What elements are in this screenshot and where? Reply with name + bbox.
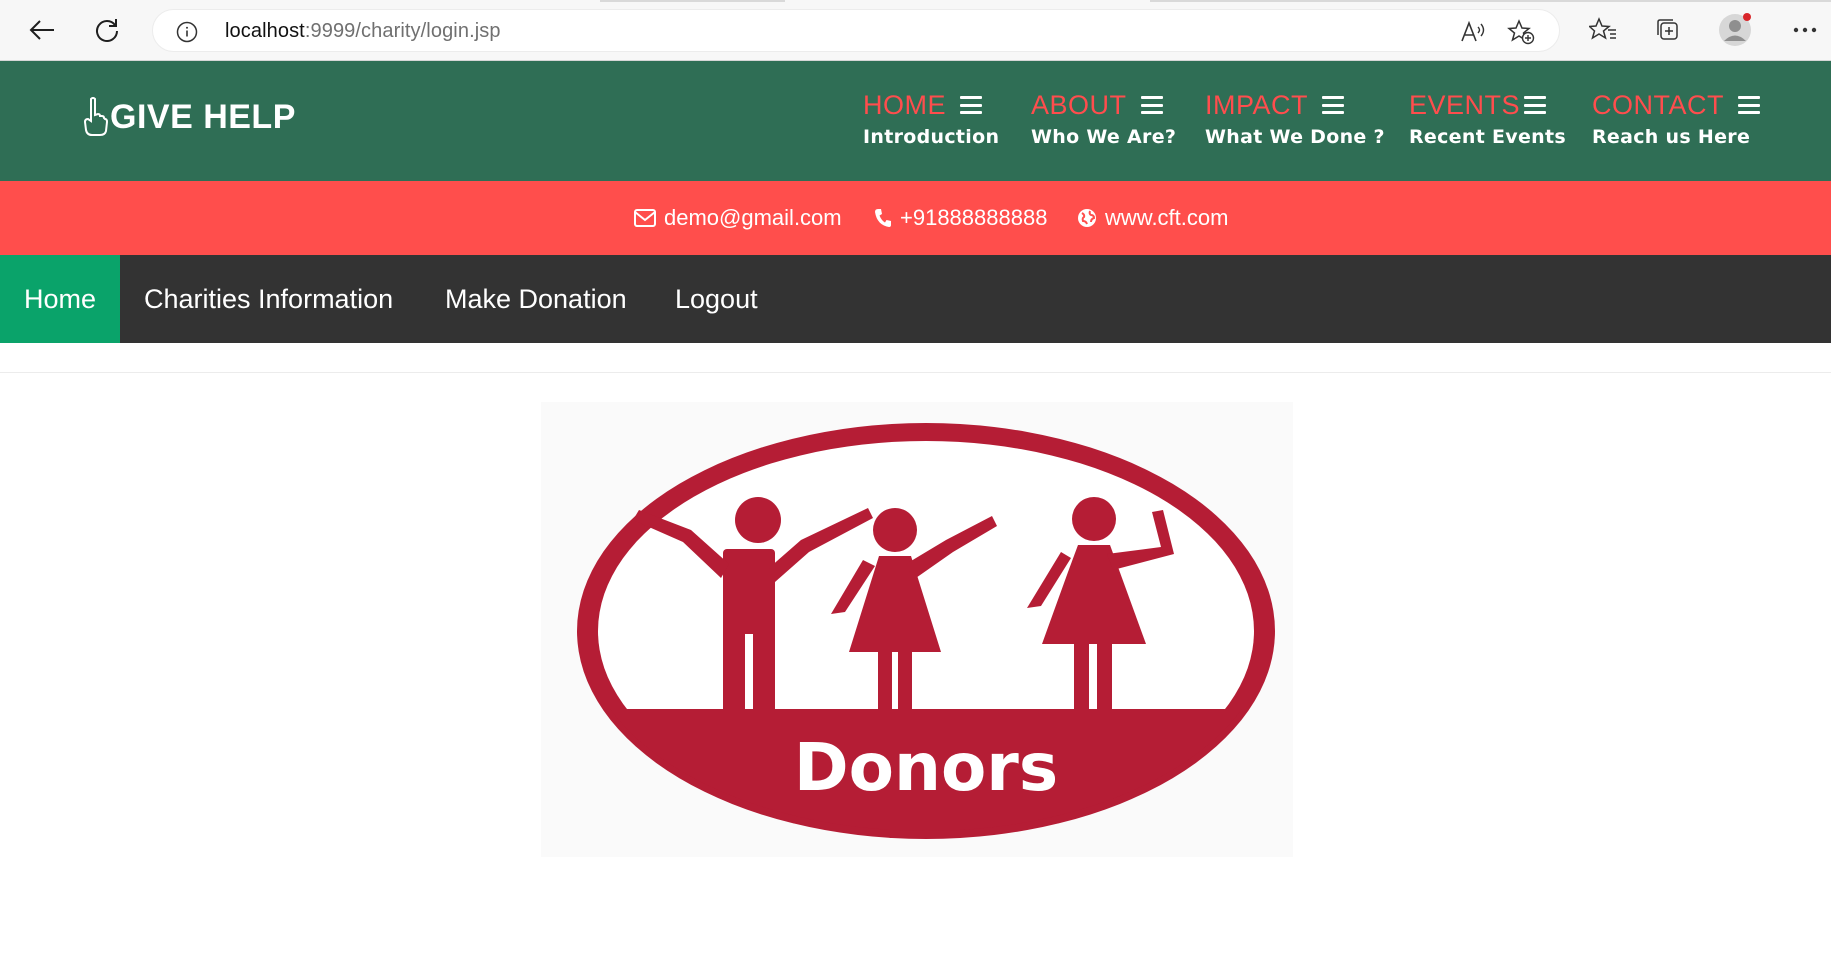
nav-title: CONTACT [1592,89,1724,120]
secondary-nav: Home Charities Information Make Donation… [0,255,1831,343]
secondary-nav-label: Home [24,283,97,314]
secondary-nav-make-donation[interactable]: Make Donation [421,255,651,343]
secondary-nav-home[interactable]: Home [0,255,120,343]
envelope-icon [634,209,656,227]
menu-icon[interactable] [1738,96,1760,114]
tab-edge [600,0,785,2]
collections-icon[interactable] [1650,12,1686,48]
main-nav: HOME Introduction ABOUT Who We Are? IMPA… [0,89,1831,159]
menu-icon[interactable] [960,96,982,114]
nav-subtitle: Who We Are? [1031,126,1177,148]
secondary-nav-label: Make Donation [445,283,627,314]
menu-icon[interactable] [1140,96,1163,114]
read-aloud-icon[interactable] [1457,16,1489,48]
secondary-nav-logout[interactable]: Logout [651,255,782,343]
menu-icon[interactable] [1322,96,1344,114]
nav-subtitle: Recent Events [1409,126,1566,148]
secondary-nav-label: Charities Information [144,283,394,314]
contact-phone[interactable]: +91888888888 [874,205,1047,231]
favorites-icon[interactable] [1585,12,1621,48]
secondary-nav-label: Logout [675,283,758,314]
contact-phone-text: +91888888888 [900,205,1048,230]
nav-item-home[interactable]: HOME Introduction [863,89,1000,149]
refresh-icon[interactable] [89,12,125,48]
content-divider [0,372,1831,373]
site-header: GIVE HELP HOME Introduction ABOUT Who We… [0,61,1831,181]
nav-item-events[interactable]: EVENTS Recent Events [1409,89,1566,149]
donors-hero-image: Donors [541,402,1293,857]
contact-strip: demo@gmail.com +91888888888 www.cft.com [0,181,1831,255]
more-icon[interactable] [1787,12,1823,48]
contact-website-text: www.cft.com [1105,205,1229,230]
browser-toolbar: localhost:9999/charity/login.jsp [0,0,1831,61]
url-text[interactable]: localhost:9999/charity/login.jsp [225,20,501,43]
contact-email-text: demo@gmail.com [664,205,842,230]
menu-icon[interactable] [1524,96,1547,114]
nav-title: HOME [863,89,946,120]
address-bar[interactable]: localhost:9999/charity/login.jsp [152,9,1560,52]
donors-caption: Donors [794,729,1058,806]
donors-logo: Donors [577,423,1275,839]
nav-item-impact[interactable]: IMPACT What We Done ? [1205,89,1385,149]
url-path: :9999/charity/login.jsp [304,20,501,42]
nav-item-about[interactable]: ABOUT Who We Are? [1031,89,1177,149]
nav-subtitle: What We Done ? [1205,126,1385,148]
profile-avatar[interactable] [1717,12,1753,48]
nav-title: IMPACT [1205,89,1308,120]
add-favorite-icon[interactable] [1505,16,1537,48]
phone-icon [875,209,891,227]
globe-icon [1078,209,1096,227]
url-host: localhost [225,20,305,42]
nav-subtitle: Reach us Here [1592,126,1751,148]
nav-title: EVENTS [1409,89,1521,120]
contact-email[interactable]: demo@gmail.com [634,205,842,231]
contact-website[interactable]: www.cft.com [1077,205,1228,231]
nav-item-contact[interactable]: CONTACT Reach us Here [1592,89,1760,148]
tab-edge [1150,0,1831,2]
back-arrow-icon[interactable] [24,12,60,48]
nav-subtitle: Introduction [863,126,1000,148]
secondary-nav-charities-information[interactable]: Charities Information [120,255,417,343]
nav-title: ABOUT [1031,89,1127,120]
info-icon[interactable] [175,20,199,44]
